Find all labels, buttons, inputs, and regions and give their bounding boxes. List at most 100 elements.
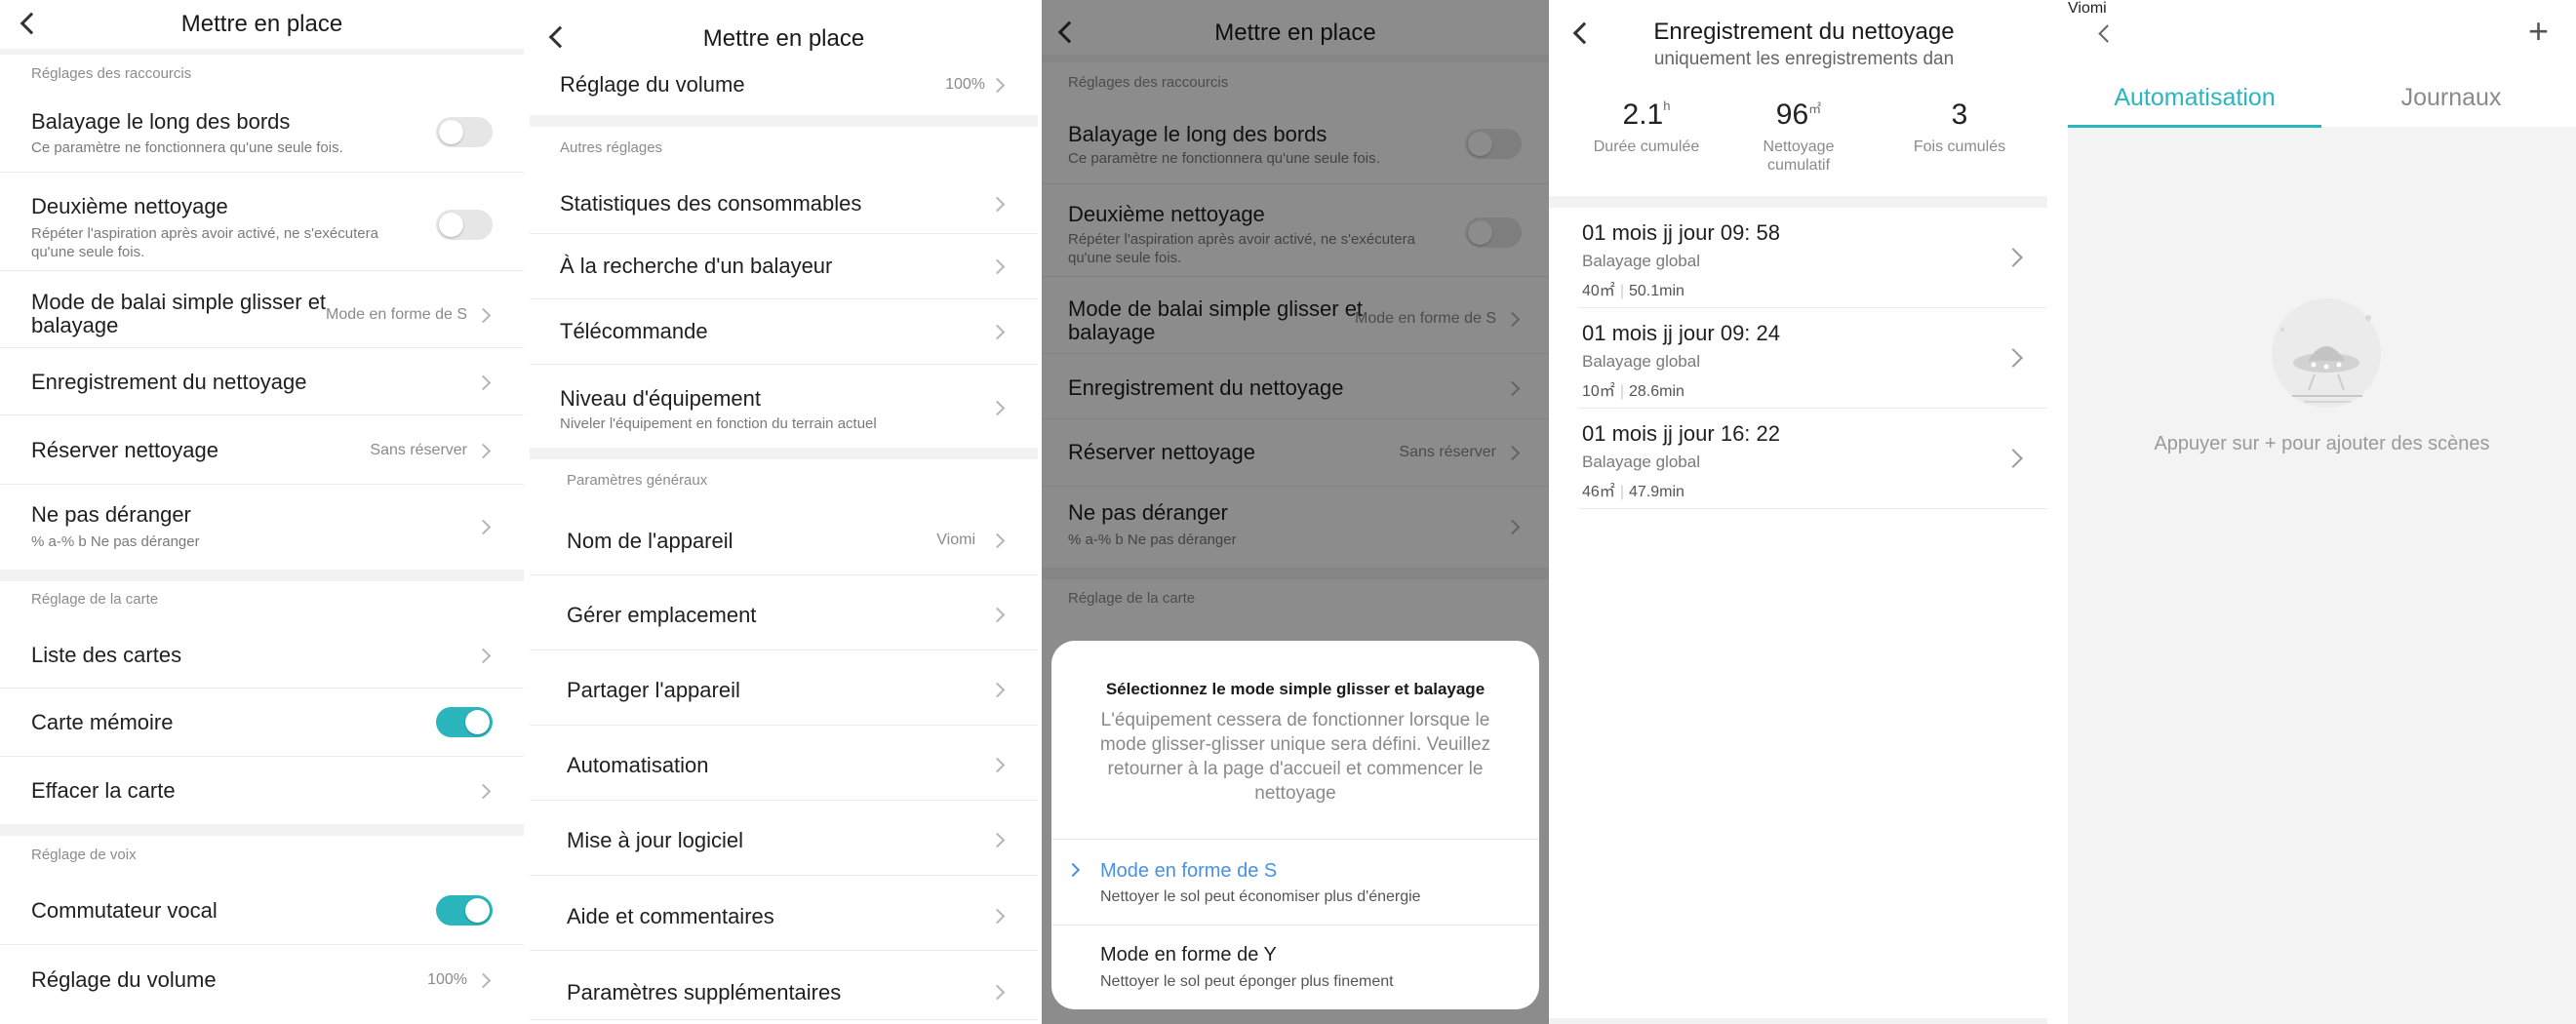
chevron-right-icon xyxy=(2003,348,2023,368)
software-update-row[interactable]: Mise à jour logiciel xyxy=(530,801,1038,876)
divider xyxy=(530,448,1038,459)
stat-total-duration: 2.1h Durée cumulée xyxy=(1568,98,1724,156)
row-sub: Répéter l'aspiration après avoir activé,… xyxy=(31,225,378,242)
row-sub: qu'une seule fois. xyxy=(31,244,145,260)
device-level-row[interactable]: Niveau d'équipement Niveler l'équipement… xyxy=(530,365,1038,447)
find-robot-row[interactable]: À la recherche d'un balayeur xyxy=(530,234,1038,299)
row-label: Statistiques des consommables xyxy=(560,191,862,216)
section-label: Paramètres généraux xyxy=(567,472,708,489)
page-title: Mettre en place xyxy=(180,11,343,37)
row-label: Partager l'appareil xyxy=(567,678,740,702)
stat-total-count: 3 Fois cumulés xyxy=(1882,98,2038,156)
tab-logs[interactable]: Journaux xyxy=(2324,84,2576,112)
map-memory-toggle[interactable] xyxy=(436,707,493,737)
chevron-right-icon xyxy=(475,443,492,459)
chevron-right-icon xyxy=(989,532,1006,549)
stat-unit: h xyxy=(1663,98,1671,113)
record-item[interactable]: 01 mois jj jour 16: 22 Balayage global 4… xyxy=(1578,409,2047,509)
record-meta: 10㎡ | 28.6min xyxy=(1582,383,1684,400)
record-type: Balayage global xyxy=(1582,252,1700,270)
chevron-right-icon xyxy=(2003,449,2023,468)
record-date: 01 mois jj jour 09: 24 xyxy=(1582,321,1780,345)
volume-row[interactable]: Réglage du volume 100% xyxy=(530,64,1038,115)
add-plus-icon[interactable]: + xyxy=(2528,14,2549,49)
clear-map-row[interactable]: Effacer la carte xyxy=(0,757,524,823)
row-value: Sans réserver xyxy=(370,442,467,458)
chevron-right-icon xyxy=(2003,248,2023,267)
row-label: Ne pas déranger xyxy=(31,502,191,527)
row-label: Enregistrement du nettoyage xyxy=(31,370,307,394)
edge-sweep-toggle[interactable] xyxy=(436,117,493,147)
empty-ufo-icon xyxy=(2272,298,2381,408)
option-s-shape[interactable]: Mode en forme de S Nettoyer le sol peut … xyxy=(1051,839,1539,926)
more-settings-row[interactable]: Paramètres supplémentaires xyxy=(530,951,1038,1020)
chevron-right-icon xyxy=(475,648,492,664)
chevron-right-icon xyxy=(475,374,492,391)
second-clean-row[interactable]: Deuxième nettoyage Répéter l'aspiration … xyxy=(0,173,524,271)
row-label: Mise à jour logiciel xyxy=(567,828,743,852)
device-name-row[interactable]: Nom de l'appareil Viomi xyxy=(530,499,1038,575)
row-label: Automatisation xyxy=(567,753,709,777)
chevron-right-icon xyxy=(989,77,1006,94)
row-label: balayage xyxy=(31,313,119,337)
record-type: Balayage global xyxy=(1582,453,1700,471)
row-label: Aide et commentaires xyxy=(567,904,774,928)
section-label: Réglages des raccourcis xyxy=(31,65,192,82)
record-item[interactable]: 01 mois jj jour 09: 24 Balayage global 1… xyxy=(1578,308,2047,409)
stat-label: Nettoyage xyxy=(1763,138,1835,155)
stat-label: Durée cumulée xyxy=(1593,138,1700,155)
chevron-right-icon xyxy=(989,607,1006,623)
divider xyxy=(1549,1018,2047,1024)
row-label: Nom de l'appareil xyxy=(567,529,733,553)
row-sub: Ce paramètre ne fonctionnera qu'une seul… xyxy=(31,139,343,156)
help-feedback-row[interactable]: Aide et commentaires xyxy=(530,876,1038,951)
stat-label: Fois cumulés xyxy=(1913,138,2006,155)
manage-location-row[interactable]: Gérer emplacement xyxy=(530,575,1038,650)
section-label: Réglage de la carte xyxy=(31,591,159,608)
record-date: 01 mois jj jour 16: 22 xyxy=(1582,421,1780,446)
map-memory-row: Carte mémoire xyxy=(0,689,524,757)
chevron-right-icon xyxy=(989,196,1006,213)
row-sub: Niveler l'équipement en fonction du terr… xyxy=(560,415,877,432)
desc-line: retourner à la page d'accueil et commenc… xyxy=(1107,759,1484,779)
option-y-shape[interactable]: Mode en forme de Y Nettoyer le sol peut … xyxy=(1051,925,1539,1009)
chevron-right-icon xyxy=(989,757,1006,773)
dialog-description: L'équipement cessera de fonctionner lors… xyxy=(1051,708,1539,806)
row-label: Gérer emplacement xyxy=(567,603,757,627)
row-value: Viomi xyxy=(936,532,975,548)
share-device-row[interactable]: Partager l'appareil xyxy=(530,650,1038,726)
volume-row[interactable]: Réglage du volume 100% xyxy=(0,945,524,1013)
selected-check-icon xyxy=(1065,862,1081,878)
row-label: Réserver nettoyage xyxy=(31,438,218,462)
chevron-right-icon xyxy=(475,307,492,324)
second-clean-toggle[interactable] xyxy=(436,210,493,240)
back-arrow-icon[interactable] xyxy=(2098,24,2117,43)
divider xyxy=(0,570,524,581)
chevron-right-icon xyxy=(989,832,1006,848)
remote-control-row[interactable]: Télécommande xyxy=(530,299,1038,365)
automation-row[interactable]: Automatisation xyxy=(530,726,1038,801)
consumables-row[interactable]: Statistiques des consommables xyxy=(530,168,1038,234)
divider xyxy=(1549,196,2047,208)
section-label: Autres réglages xyxy=(560,139,663,156)
header: Mettre en place xyxy=(530,0,1038,64)
desc-line: L'équipement cessera de fonctionner lors… xyxy=(1100,710,1490,730)
reserve-row[interactable]: Réserver nettoyage Sans réserver xyxy=(0,415,524,485)
do-not-disturb-row[interactable]: Ne pas déranger % a-% b Ne pas déranger xyxy=(0,485,524,570)
header: Mettre en place xyxy=(0,0,524,49)
map-list-row[interactable]: Liste des cartes xyxy=(0,621,524,689)
record-meta: 46㎡ | 47.9min xyxy=(1582,484,1684,500)
row-label: Télécommande xyxy=(560,319,708,343)
row-label: Commutateur vocal xyxy=(31,898,218,923)
edge-sweep-row[interactable]: Balayage le long des bords Ce paramètre … xyxy=(0,94,524,173)
record-item[interactable]: 01 mois jj jour 09: 58 Balayage global 4… xyxy=(1578,208,2047,308)
cleaning-record-row[interactable]: Enregistrement du nettoyage xyxy=(0,348,524,415)
voice-switch-toggle[interactable] xyxy=(436,895,493,926)
tab-automation[interactable]: Automatisation xyxy=(2068,84,2321,112)
row-label: À la recherche d'un balayeur xyxy=(560,254,833,278)
option-sub: Nettoyer le sol peut éponger plus fineme… xyxy=(1100,973,1394,990)
sweep-mode-row[interactable]: Mode de balai simple glisser et balayage… xyxy=(0,271,524,348)
row-label: Réglage du volume xyxy=(31,967,217,992)
record-time: 47.9min xyxy=(1628,484,1684,500)
chevron-right-icon xyxy=(989,682,1006,698)
